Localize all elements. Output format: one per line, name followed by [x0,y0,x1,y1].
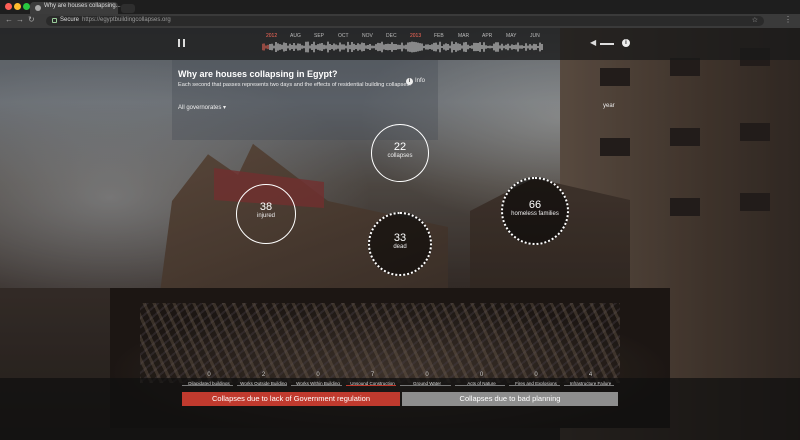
category-underline [182,385,233,386]
maximize-window-icon[interactable] [23,3,30,10]
pause-icon[interactable] [178,39,185,47]
page-title: Why are houses collapsing in Egypt? [178,69,338,79]
stat-dead-label: dead [393,244,407,250]
minimize-window-icon[interactable] [14,3,21,10]
timeline-waveform[interactable] [262,32,544,56]
lock-icon [52,18,57,23]
category-underline [400,385,451,386]
tab-title: Why are houses collapsing... [44,3,121,9]
timeline-label[interactable]: MAR [458,33,469,39]
year-label: year [603,103,615,109]
stat-collapses: 22 collapses [371,124,429,182]
tab-close-icon[interactable]: × [110,3,114,9]
stat-collapses-value: 22 [393,141,407,153]
category-underline [236,385,287,386]
bookmark-star-icon[interactable]: ☆ [752,16,758,24]
category-item[interactable]: 4 Infrastructure Failure [556,372,626,386]
timeline-label[interactable]: AUG [290,33,301,39]
stat-injured-label: injured [256,213,275,219]
stat-homeless-label: homeless families [511,211,559,217]
timeline-label[interactable]: APR [482,33,492,39]
volume-slider[interactable] [600,43,614,45]
forward-icon[interactable]: → [16,15,24,24]
category-underline [345,385,396,386]
volume-icon[interactable]: ◀ [590,38,596,47]
timeline-label[interactable]: 2012 [266,33,277,39]
timeline-label[interactable]: DEC [386,33,397,39]
browser-toolbar: ← → ↻ Secure https://egyptbuildingcollap… [0,14,800,28]
secure-label: Secure [60,17,80,23]
browser-tab-bar: Why are houses collapsing... × [0,0,800,14]
timeline-label[interactable]: MAY [506,33,516,39]
reload-icon[interactable]: ↻ [28,15,35,24]
close-window-icon[interactable] [5,3,12,10]
category-count: 4 [588,372,593,378]
timeline-label[interactable]: NOV [362,33,373,39]
stat-dead-value: 33 [393,232,407,244]
timeline-label[interactable]: FEB [434,33,444,39]
bad-planning-button[interactable]: Collapses due to bad planning [402,392,618,406]
stat-homeless-value: 66 [528,199,542,211]
stat-injured: 38 injured [236,184,296,244]
url-text[interactable]: https://egyptbuildingcollapses.org [82,17,171,23]
timeline-label[interactable]: SEP [314,33,324,39]
browser-tab[interactable]: Why are houses collapsing... × [30,2,121,14]
category-underline [563,385,614,386]
page-description: Each second that passes represents two d… [178,82,411,88]
category-underline [509,385,560,386]
back-icon[interactable]: ← [5,15,13,24]
government-regulation-button[interactable]: Collapses due to lack of Government regu… [182,392,400,406]
stat-injured-value: 38 [259,201,273,213]
stat-dead: 33 dead [368,212,432,276]
info-circle-icon: i [406,78,413,85]
stat-homeless: 66 homeless families [501,177,569,245]
timeline-label[interactable]: JUN [530,33,540,39]
stat-collapses-label: collapses [387,153,413,159]
favicon-icon [35,5,41,11]
timeline-label[interactable]: OCT [338,33,349,39]
governorate-select[interactable]: All governorates ▾ [178,104,226,111]
timeline-bar: 2012 AUG SEP OCT NOV DEC 2013 FEB MAR APR MAY JUN ◀… [0,28,800,60]
category-underline [291,385,342,386]
info-icon[interactable]: i [622,39,630,47]
info-link[interactable]: i Info [406,78,425,85]
timeline-label[interactable]: 2013 [410,33,421,39]
browser-menu-icon[interactable]: ⋮ [784,15,792,24]
category-bar [0,378,800,440]
category-underline [454,385,505,386]
info-link-label: Info [415,78,426,84]
new-tab-button[interactable] [121,4,135,13]
address-bar[interactable]: Secure https://egyptbuildingcollapses.or… [46,16,764,26]
